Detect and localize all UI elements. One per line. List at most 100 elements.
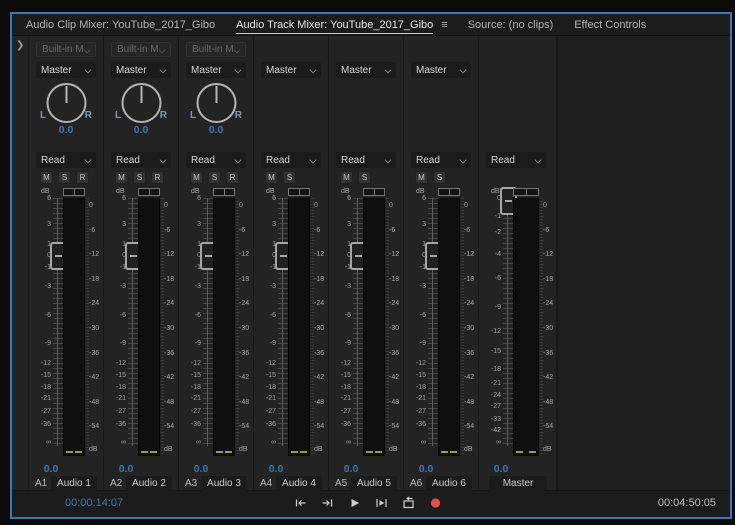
fader-scale-label: -15 <box>254 371 276 380</box>
loop-button[interactable] <box>402 496 416 510</box>
fader-scale-label: -27 <box>104 407 126 416</box>
meter-level-right <box>375 451 382 454</box>
current-timecode[interactable]: 00:00:14:07 <box>65 497 123 509</box>
fader-value[interactable]: 0.0 <box>108 463 144 475</box>
track-id: A5 <box>335 478 351 489</box>
solo-button[interactable]: S <box>133 171 146 184</box>
output-assignment-select[interactable]: Master <box>186 62 246 78</box>
fader-scale-label: -3 <box>179 282 201 291</box>
tab-audio-clip-mixer[interactable]: Audio Clip Mixer: YouTube_2017_Gibo <box>12 14 236 35</box>
clip-indicator[interactable] <box>63 188 85 196</box>
fader-value[interactable]: 0.0 <box>408 463 444 475</box>
fader-value[interactable]: 0.0 <box>183 463 219 475</box>
fader-scale-label: -6 <box>254 311 276 320</box>
fader-scale-label: 6 <box>29 194 51 203</box>
fader-value[interactable]: 0.0 <box>333 463 369 475</box>
track-name[interactable]: Master <box>489 476 547 491</box>
fader-scale-label: -6 <box>479 274 501 283</box>
automation-mode-select[interactable]: Read <box>336 152 396 168</box>
input-select[interactable]: Built-in M... <box>186 42 246 57</box>
input-select-value: Built-in M... <box>42 44 84 55</box>
track-name-row: A5 Audio 5 <box>329 476 403 491</box>
go-to-out-button[interactable] <box>321 496 335 510</box>
clip-indicator[interactable] <box>138 188 160 196</box>
meter-scale-label: -36 <box>389 349 405 358</box>
record-button[interactable] <box>429 496 443 510</box>
fader-scale-label: -36 <box>179 420 201 429</box>
channel-strip: Built-in M... Master L R 0.0 Read MSR dB <box>29 36 104 490</box>
automation-mode-select[interactable]: Read <box>486 152 546 168</box>
pan-value[interactable]: 0.0 <box>29 124 103 136</box>
fader-scale-label: -36 <box>104 420 126 429</box>
expand-panel-chevron-icon[interactable]: ❯ <box>16 41 24 51</box>
play-button[interactable] <box>348 496 362 510</box>
play-in-to-out-button[interactable] <box>375 496 389 510</box>
track-name[interactable]: Audio 2 <box>126 476 172 491</box>
track-name[interactable]: Audio 4 <box>276 476 322 491</box>
level-meter <box>138 198 160 456</box>
pan-value[interactable]: 0.0 <box>179 124 253 136</box>
tab-audio-track-mixer[interactable]: Audio Track Mixer: YouTube_2017_Gibo ≡ <box>236 14 468 35</box>
solo-button[interactable]: S <box>58 171 71 184</box>
track-name-row: Master <box>479 476 556 491</box>
clip-indicator[interactable] <box>513 188 539 196</box>
mute-button[interactable]: M <box>340 171 353 184</box>
output-assignment-select[interactable]: Master <box>111 62 171 78</box>
mute-button[interactable]: M <box>415 171 428 184</box>
input-select[interactable]: Built-in M... <box>111 42 171 57</box>
output-assignment-select[interactable]: Master <box>336 62 396 78</box>
meter-scale-label: -54 <box>164 422 180 431</box>
automation-mode-select[interactable]: Read <box>186 152 246 168</box>
tab-source[interactable]: Source: (no clips) <box>468 14 575 35</box>
input-select[interactable]: Built-in M... <box>36 42 96 57</box>
solo-button[interactable]: S <box>283 171 296 184</box>
output-assignment-select[interactable]: Master <box>411 62 471 78</box>
pan-value[interactable]: 0.0 <box>104 124 178 136</box>
output-assignment-select[interactable]: Master <box>261 62 321 78</box>
clip-indicator[interactable] <box>288 188 310 196</box>
track-name[interactable]: Audio 6 <box>426 476 472 491</box>
meter-scale-label: -36 <box>543 349 559 358</box>
meter-scale-label: -30 <box>464 324 480 333</box>
clip-indicator[interactable] <box>213 188 235 196</box>
mute-button[interactable]: M <box>190 171 203 184</box>
fader-scale-label: 1 <box>329 240 351 249</box>
output-assignment-select[interactable]: Master <box>36 62 96 78</box>
automation-mode-select[interactable]: Read <box>411 152 471 168</box>
clip-indicator[interactable] <box>438 188 460 196</box>
mute-button[interactable]: M <box>115 171 128 184</box>
mute-button[interactable]: M <box>40 171 53 184</box>
db-label: dB <box>543 446 552 453</box>
fader-scale-label: -6 <box>29 311 51 320</box>
track-name[interactable]: Audio 5 <box>351 476 397 491</box>
tab-effect-controls[interactable]: Effect Controls <box>574 14 667 35</box>
track-buttons: MSR <box>40 171 89 184</box>
fader-value[interactable]: 0.0 <box>258 463 294 475</box>
solo-button[interactable]: S <box>433 171 446 184</box>
panel-menu-icon[interactable]: ≡ <box>441 19 446 31</box>
clip-indicator-divider <box>224 189 225 195</box>
fader-scale-label: -12 <box>329 359 351 368</box>
meter-scale-label: -36 <box>464 349 480 358</box>
automation-mode-select[interactable]: Read <box>36 152 96 168</box>
track-name[interactable]: Audio 3 <box>201 476 247 491</box>
solo-button[interactable]: S <box>208 171 221 184</box>
record-arm-button[interactable]: R <box>76 171 89 184</box>
solo-button[interactable]: S <box>358 171 371 184</box>
record-arm-button[interactable]: R <box>151 171 164 184</box>
record-arm-button[interactable]: R <box>226 171 239 184</box>
fader-scale-label: 0 <box>254 251 276 260</box>
track-name[interactable]: Audio 1 <box>51 476 97 491</box>
transport-controls <box>294 491 443 515</box>
fader-value[interactable]: 0.0 <box>33 463 69 475</box>
meter-scale-label: -6 <box>164 226 180 235</box>
fader-value[interactable]: 0.0 <box>483 463 519 475</box>
chevron-down-icon <box>235 157 241 163</box>
clip-indicator[interactable] <box>363 188 385 196</box>
level-meter <box>363 198 385 456</box>
go-to-in-button[interactable] <box>294 496 308 510</box>
mute-button[interactable]: M <box>265 171 278 184</box>
automation-mode-select[interactable]: Read <box>111 152 171 168</box>
automation-mode-select[interactable]: Read <box>261 152 321 168</box>
output-select-value: Master <box>416 65 460 76</box>
